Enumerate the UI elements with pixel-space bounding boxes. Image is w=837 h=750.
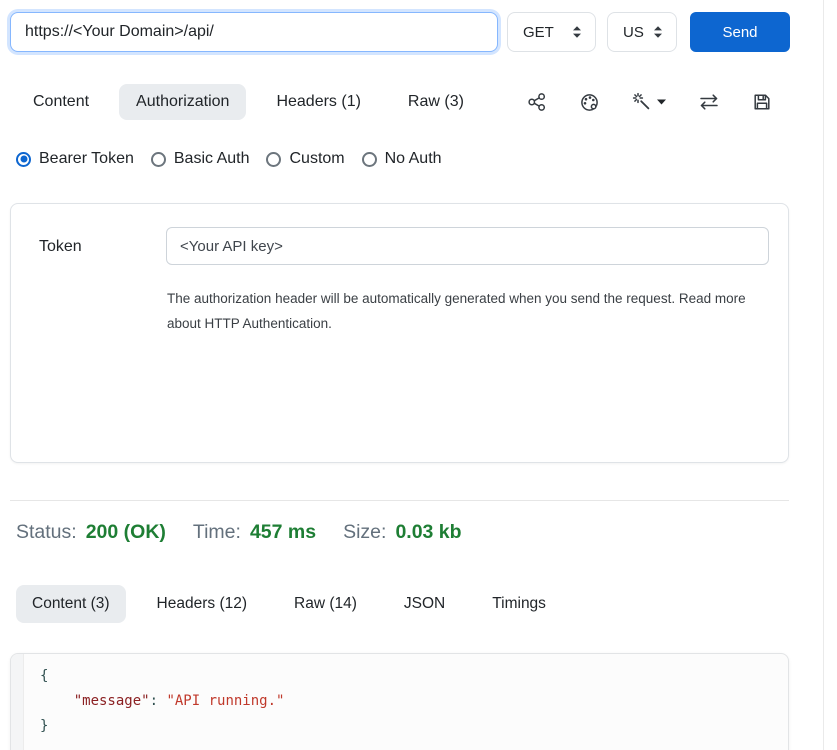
json-open-brace: {	[40, 668, 48, 684]
status-value: 200 (OK)	[86, 521, 166, 544]
status-label: Status:	[16, 521, 77, 544]
swap-arrows-icon[interactable]	[698, 92, 720, 112]
send-button[interactable]: Send	[690, 12, 790, 52]
json-close-brace: }	[40, 718, 48, 734]
save-icon[interactable]	[752, 92, 772, 112]
share-icon[interactable]	[527, 92, 547, 112]
radio-bearer-token[interactable]: Bearer Token	[16, 150, 134, 168]
tab-authorization[interactable]: Authorization	[119, 84, 246, 120]
json-value-message: "API running."	[166, 693, 284, 709]
radio-basic-auth[interactable]: Basic Auth	[151, 150, 250, 168]
resp-tab-content[interactable]: Content (3)	[16, 585, 126, 623]
size-label: Size:	[343, 521, 386, 544]
radio-label: Custom	[289, 150, 344, 168]
bearer-token-panel: Token The authorization header will be a…	[10, 203, 789, 463]
updown-arrows-icon	[571, 25, 583, 39]
radio-label: Basic Auth	[174, 150, 250, 168]
time-label: Time:	[193, 521, 241, 544]
page-right-border	[823, 0, 824, 750]
radio-circle	[151, 152, 166, 167]
api-client-app: GET US Send Content Authorization Header…	[0, 0, 837, 750]
radio-circle-checked	[16, 152, 31, 167]
response-time: Time: 457 ms	[193, 521, 316, 544]
response-json-body: { "message": "API running." }	[11, 654, 788, 739]
radio-circle	[266, 152, 281, 167]
resp-tab-headers[interactable]: Headers (12)	[141, 585, 263, 623]
resp-tab-timings[interactable]: Timings	[476, 585, 562, 623]
token-input[interactable]	[166, 227, 769, 265]
response-size: Size: 0.03 kb	[343, 521, 462, 544]
request-tabs-row: Content Authorization Headers (1) Raw (3…	[16, 83, 784, 121]
resp-tab-raw[interactable]: Raw (14)	[278, 585, 373, 623]
region-select[interactable]: US	[607, 12, 677, 52]
response-status-bar: Status: 200 (OK) Time: 457 ms Size: 0.03…	[16, 521, 489, 544]
auth-type-options: Bearer Token Basic Auth Custom No Auth	[16, 150, 442, 168]
resp-tab-json[interactable]: JSON	[388, 585, 461, 623]
size-value: 0.03 kb	[395, 521, 461, 544]
request-bar: GET US Send	[10, 12, 790, 52]
radio-no-auth[interactable]: No Auth	[362, 150, 442, 168]
tab-raw[interactable]: Raw (3)	[391, 84, 481, 120]
radio-custom[interactable]: Custom	[266, 150, 344, 168]
code-gutter	[11, 654, 24, 750]
response-tabs-row: Content (3) Headers (12) Raw (14) JSON T…	[16, 585, 562, 623]
time-value: 457 ms	[250, 521, 316, 544]
method-select-value: GET	[523, 24, 554, 41]
status-code: Status: 200 (OK)	[16, 521, 166, 544]
radio-label: Bearer Token	[39, 150, 134, 168]
url-input[interactable]	[10, 12, 498, 52]
magic-wand-dropdown[interactable]	[632, 92, 666, 112]
section-divider	[10, 500, 789, 501]
tab-headers[interactable]: Headers (1)	[259, 84, 377, 120]
token-label: Token	[39, 238, 82, 256]
radio-label: No Auth	[385, 150, 442, 168]
json-colon: :	[150, 693, 167, 709]
region-select-value: US	[623, 24, 644, 41]
radio-circle	[362, 152, 377, 167]
updown-arrows-icon	[652, 25, 664, 39]
json-indent	[40, 693, 74, 709]
caret-down-icon	[657, 99, 666, 105]
tab-content[interactable]: Content	[16, 84, 106, 120]
request-toolbar	[527, 92, 772, 113]
method-select[interactable]: GET	[507, 12, 596, 52]
palette-icon[interactable]	[579, 92, 600, 113]
json-key-message: "message"	[74, 693, 150, 709]
response-body-panel[interactable]: { "message": "API running." }	[10, 653, 789, 750]
token-help-text: The authorization header will be automat…	[167, 286, 755, 336]
